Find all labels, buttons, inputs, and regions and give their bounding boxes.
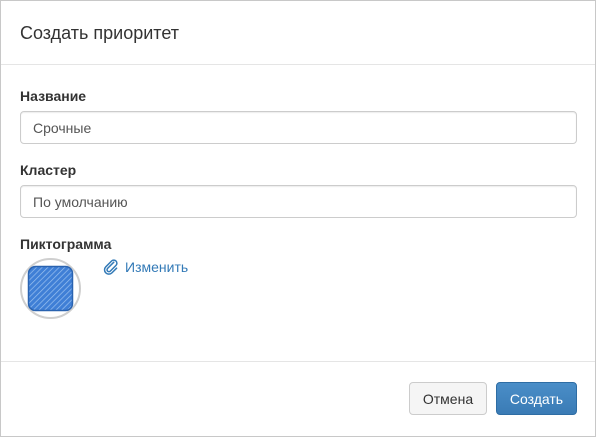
- dialog-title: Создать приоритет: [20, 23, 179, 43]
- name-input[interactable]: [20, 111, 577, 144]
- create-priority-dialog: Создать приоритет Название Кластер Пикто…: [0, 0, 596, 437]
- hatched-square-icon: [27, 265, 74, 312]
- change-link-label: Изменить: [125, 259, 189, 275]
- cluster-label: Кластер: [20, 162, 77, 178]
- create-button[interactable]: Создать: [496, 382, 577, 415]
- cluster-input[interactable]: [20, 185, 577, 218]
- name-label: Название: [20, 88, 87, 104]
- dialog-header: Создать приоритет: [1, 1, 595, 65]
- dialog-body: Название Кластер Пиктограмма Изменить: [1, 65, 595, 362]
- dialog-footer: Отмена Создать: [1, 362, 595, 435]
- change-icon-link[interactable]: Изменить: [103, 259, 188, 275]
- paperclip-icon: [103, 259, 118, 275]
- priority-icon-preview: [20, 258, 81, 319]
- icon-label: Пиктограмма: [20, 236, 112, 252]
- cancel-button[interactable]: Отмена: [409, 382, 487, 415]
